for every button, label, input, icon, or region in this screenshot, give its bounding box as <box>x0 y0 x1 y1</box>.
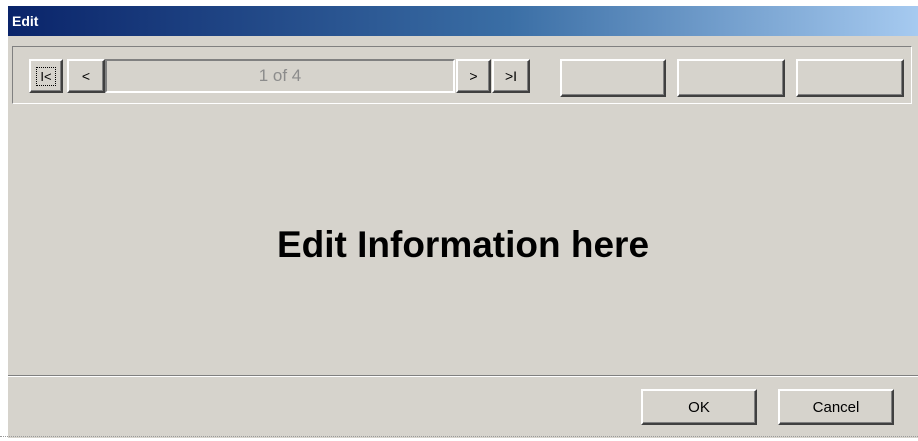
title-bar[interactable]: Edit <box>8 6 918 36</box>
record-position-text: 1 of 4 <box>258 66 302 85</box>
first-record-label: I< <box>36 66 56 86</box>
window-title: Edit <box>12 13 39 29</box>
ok-button-label: OK <box>688 398 710 416</box>
last-record-label: >I <box>504 68 518 84</box>
toolbar-button-1[interactable] <box>560 59 666 97</box>
edit-dialog: Edit I< < 1 of 4 > >I Edit Information h… <box>8 6 918 438</box>
next-record-label: > <box>469 68 478 84</box>
cancel-button-label: Cancel <box>812 398 860 416</box>
cancel-button[interactable]: Cancel <box>778 389 894 425</box>
record-navigator: I< < 1 of 4 > >I <box>12 46 912 104</box>
bottom-border <box>0 436 918 438</box>
previous-record-label: < <box>81 68 91 84</box>
first-record-button[interactable]: I< <box>29 59 63 93</box>
last-record-button[interactable]: >I <box>492 59 530 93</box>
next-record-button[interactable]: > <box>456 59 491 93</box>
toolbar-button-3[interactable] <box>796 59 904 97</box>
edit-information-message: Edit Information here <box>276 224 650 265</box>
previous-record-button[interactable]: < <box>67 59 105 93</box>
footer-separator <box>8 375 918 377</box>
record-position-field: 1 of 4 <box>105 59 455 93</box>
ok-button[interactable]: OK <box>641 389 757 425</box>
toolbar-button-2[interactable] <box>677 59 785 97</box>
